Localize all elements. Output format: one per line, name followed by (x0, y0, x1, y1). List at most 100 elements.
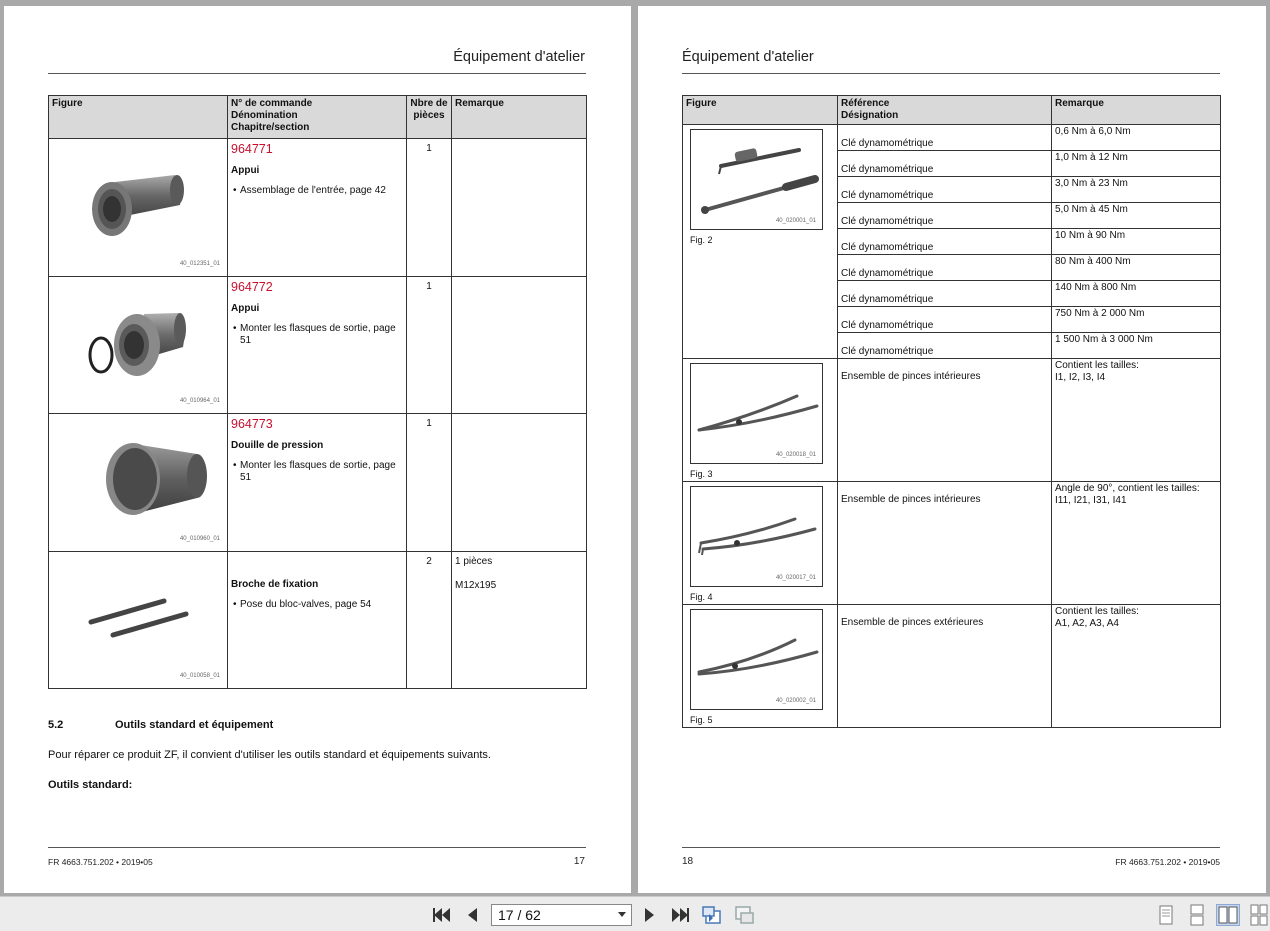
internal-pliers-image (697, 394, 819, 432)
continuous-view-icon[interactable] (1185, 904, 1209, 926)
last-page-icon[interactable] (669, 905, 691, 925)
torque-range: 5,0 Nm à 45 Nm (1051, 202, 1221, 229)
torque-range: 1 500 Nm à 3 000 Nm (1051, 332, 1221, 359)
tools-table: Figure N° de commande Dénomination Chapi… (48, 95, 587, 689)
chapter-link[interactable]: Pose du bloc-valves, page 54 (233, 599, 406, 611)
figure-caption: Fig. 4 (690, 592, 713, 602)
table-row: 40_010960_01 964773 Douille de pression … (48, 413, 587, 552)
go-forward-icon[interactable] (733, 905, 755, 925)
order-number (231, 555, 406, 570)
quantity: 1 (406, 275, 452, 414)
figure-cell: 40_020001_01 Fig. 2 (682, 124, 838, 359)
figure-code: 40_020018_01 (775, 452, 816, 458)
figure-code: 40_012351_01 (179, 260, 220, 267)
torque-range: 80 Nm à 400 Nm (1051, 254, 1221, 281)
remark-line: A1, A2, A3, A4 (1055, 618, 1119, 629)
remark-cell: Angle de 90°, contient les tailles: I11,… (1051, 481, 1221, 605)
order-number: 964771 (231, 142, 273, 156)
page-17: Équipement d'atelier Figure N° de comman… (4, 6, 631, 893)
order-cell: 964772 Appui Monter les flasques de sort… (227, 275, 407, 414)
footer-rule (48, 847, 586, 848)
remark-cell: 1 pièces M12x195 (451, 550, 587, 689)
figure-code: 40_020001_01 (775, 218, 816, 224)
remark-line: 1 pièces (455, 555, 493, 567)
page-number: 17 (573, 856, 585, 867)
chevron-down-icon (618, 912, 626, 917)
external-pliers-image (697, 638, 819, 676)
go-back-icon[interactable] (701, 905, 723, 925)
header-rule (682, 73, 1220, 74)
quantity: 1 (406, 413, 452, 552)
designation: Clé dynamométrique (837, 176, 1052, 203)
quantity: 1 (406, 138, 452, 277)
table-row: 40_010058_01 Broche de fixation Pose du … (48, 550, 587, 689)
designation: Clé dynamométrique (837, 228, 1052, 255)
header-reference-label: Référence (841, 98, 890, 109)
figure-code: 40_020017_01 (775, 575, 816, 581)
remark-line: Contient les tailles: (1055, 606, 1139, 617)
pressure-sleeve-image (106, 443, 207, 515)
remark-line: Contient les tailles: (1055, 360, 1139, 371)
torque-range: 3,0 Nm à 23 Nm (1051, 176, 1221, 203)
figure-cell: 40_010058_01 (48, 550, 228, 689)
figure-code: 40_010964_01 (179, 398, 220, 404)
two-page-continuous-view-icon[interactable] (1247, 904, 1270, 926)
table-row: 40_020002_01 Fig. 5 Ensemble de pinces e… (682, 604, 1221, 728)
page-selector[interactable]: 17 / 62 (491, 904, 632, 926)
designation: Clé dynamométrique (837, 150, 1052, 177)
designation: Clé dynamométrique (837, 280, 1052, 307)
denomination: Appui (231, 165, 260, 176)
header-designation: Désignation (841, 110, 899, 121)
header-figure: Figure (682, 95, 838, 125)
figure-code: 40_010058_01 (179, 673, 220, 679)
figure-caption: Fig. 3 (690, 469, 713, 479)
figure-cell: 40_010964_01 (48, 275, 228, 414)
figure-cell: 40_020018_01 Fig. 3 (682, 358, 838, 482)
two-page-view-button[interactable] (1216, 904, 1240, 926)
next-page-icon[interactable] (638, 905, 660, 925)
remark-cell (451, 138, 587, 277)
page-number: 18 (682, 856, 694, 867)
single-page-view-icon[interactable] (1154, 904, 1178, 926)
quantity: 2 (406, 550, 452, 689)
designation: Clé dynamométrique (837, 202, 1052, 229)
page-18: Équipement d'atelier Figure Référence Dé… (638, 6, 1266, 893)
header-rule (48, 73, 586, 74)
figure-caption: Fig. 2 (690, 235, 713, 245)
table-row: 40_020017_01 Fig. 4 Ensemble de pinces i… (682, 481, 1221, 605)
remark-cell (451, 413, 587, 552)
figure-cell: 40_012351_01 (48, 138, 228, 277)
section-heading: 5.2 Outils standard et équipement (48, 719, 273, 731)
header-remark: Remarque (451, 95, 587, 139)
standard-tools-heading: Outils standard: (48, 779, 133, 791)
order-number: 964773 (231, 417, 273, 431)
order-number: 964772 (231, 279, 273, 294)
previous-page-icon[interactable] (462, 905, 484, 925)
footer-doc-ref: FR 4663.751.202 • 2019•05 (1115, 857, 1220, 867)
designation: Ensemble de pinces intérieures (837, 481, 1052, 605)
header-order: N° de commande Dénomination Chapitre/sec… (227, 95, 407, 139)
remark-line: I11, I21, I31, I41 (1055, 495, 1127, 506)
support-with-ring-image (88, 312, 186, 376)
external-pliers-figure: 40_020002_01 (690, 609, 823, 710)
denomination: Broche de fixation (231, 578, 319, 590)
torque-range: 1,0 Nm à 12 Nm (1051, 150, 1221, 177)
torque-range: 140 Nm à 800 Nm (1051, 280, 1221, 307)
order-cell: 964773 Douille de pression Monter les fl… (227, 413, 407, 552)
table-row: 40_020018_01 Fig. 3 Ensemble de pinces i… (682, 358, 1221, 482)
chapter-link[interactable]: Monter les flasques de sortie, page 51 (233, 460, 406, 484)
remark-line: M12x195 (455, 579, 497, 591)
header-qty-line2: pièces (413, 110, 445, 121)
first-page-icon[interactable] (431, 905, 453, 925)
footer-rule (682, 847, 1220, 848)
chapter-link[interactable]: Assemblage de l'entrée, page 42 (233, 185, 406, 197)
running-title: Équipement d'atelier (682, 49, 814, 65)
chapter-link[interactable]: Monter les flasques de sortie, page 51 (233, 323, 406, 347)
table-row: 40_020001_01 Fig. 2 Clé dynamométrique 0… (682, 124, 1221, 359)
intro-paragraph: Pour réparer ce produit ZF, il convient … (48, 749, 491, 761)
page-indicator: 17 / 62 (498, 907, 541, 923)
header-order-number: N° de commande (231, 98, 313, 109)
remark-line: I1, I2, I3, I4 (1055, 372, 1106, 383)
torque-wrench-figure: 40_020001_01 (690, 129, 823, 230)
order-cell: Broche de fixation Pose du bloc-valves, … (227, 550, 407, 689)
